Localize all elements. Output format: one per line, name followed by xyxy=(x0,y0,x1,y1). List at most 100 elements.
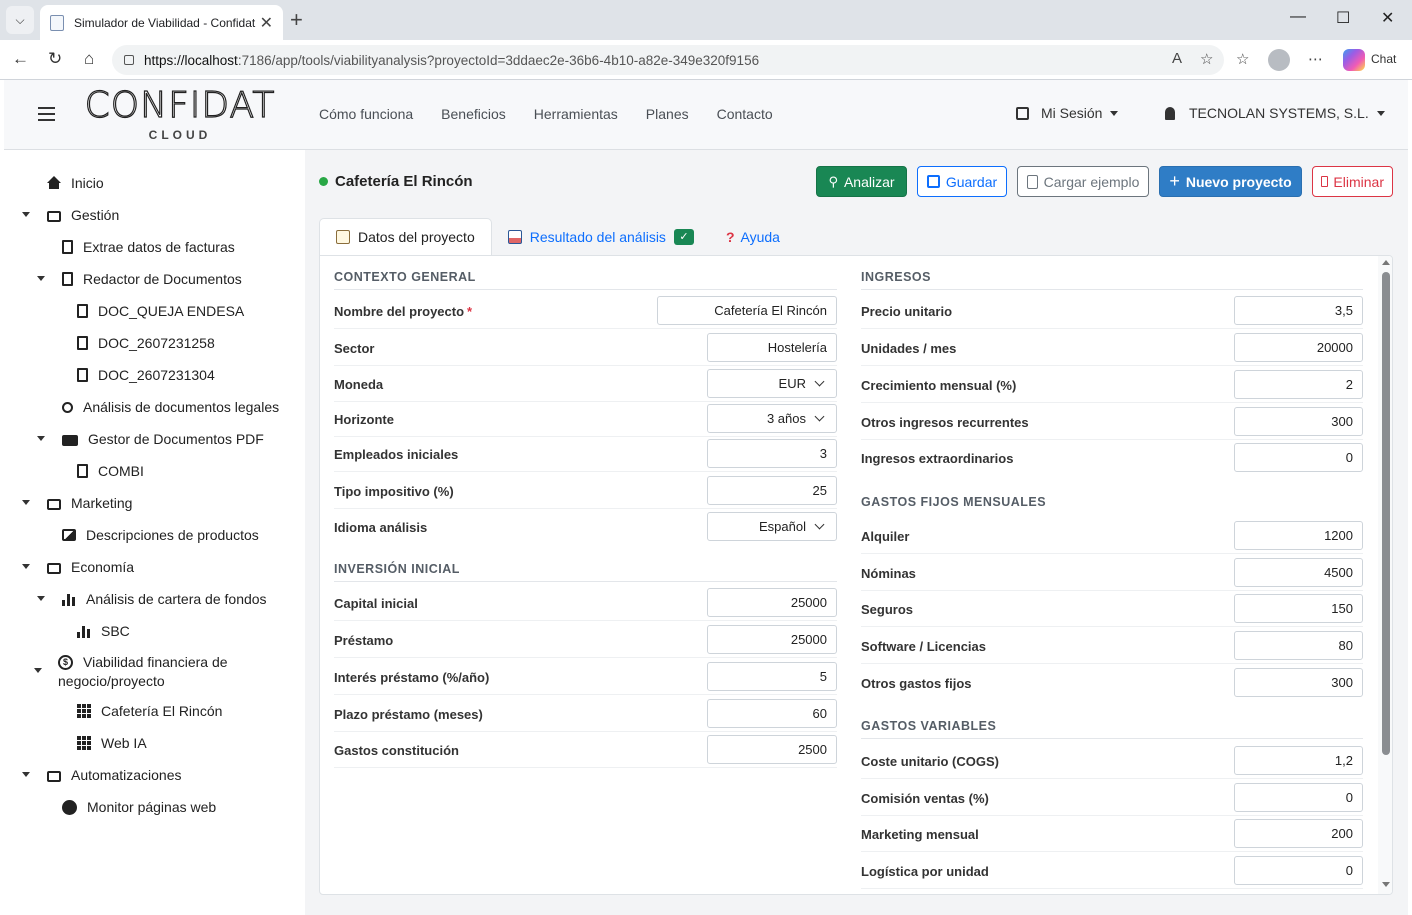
sidebar-item-doc-queja[interactable]: DOC_QUEJA ENDESA xyxy=(77,303,244,319)
sidebar-item-analisis-legales[interactable]: Análisis de documentos legales xyxy=(62,399,279,415)
url-input[interactable]: https://localhost :7186/app/tools/viabil… xyxy=(112,45,1224,75)
sidebar-item-gestor-pdf[interactable]: Gestor de Documentos PDF xyxy=(62,431,264,447)
back-icon[interactable]: ← xyxy=(12,49,29,69)
sidebar-item-sbc[interactable]: SBC xyxy=(77,623,130,639)
field-row-horizonte: Horizonte 3 años xyxy=(334,400,837,437)
sidebar-item-marketing[interactable]: Marketing xyxy=(47,495,132,511)
scroll-up-icon[interactable] xyxy=(1382,260,1390,265)
alquiler-input[interactable]: 1200 xyxy=(1234,521,1363,550)
eliminar-button[interactable]: Eliminar xyxy=(1312,166,1393,197)
panel-scrollbar[interactable] xyxy=(1378,256,1392,894)
nuevo-proyecto-button[interactable]: + Nuevo proyecto xyxy=(1159,166,1302,197)
tab-ayuda[interactable]: ? Ayuda xyxy=(710,218,796,255)
home-browser-icon[interactable]: ⌂ xyxy=(84,49,94,69)
collapse-arrow-icon[interactable] xyxy=(37,436,45,441)
nominas-input[interactable]: 4500 xyxy=(1234,558,1363,587)
collapse-arrow-icon[interactable] xyxy=(22,772,30,777)
analizar-button[interactable]: ⚲ Analizar xyxy=(816,166,907,197)
idioma-select[interactable]: Español xyxy=(707,512,837,541)
otros-ingresos-input[interactable]: 300 xyxy=(1234,407,1363,436)
sector-input[interactable]: Hostelería xyxy=(707,333,837,362)
sidebar-item-inicio[interactable]: Inicio xyxy=(47,175,104,191)
field-label: Alquiler xyxy=(861,529,910,544)
prestamo-input[interactable]: 25000 xyxy=(707,625,837,654)
new-tab-icon[interactable]: + xyxy=(290,7,303,33)
status-dot-icon xyxy=(319,177,328,186)
copilot-icon[interactable] xyxy=(1343,49,1365,71)
read-aloud-icon[interactable]: A xyxy=(1172,50,1182,67)
sidebar-item-gestion[interactable]: Gestión xyxy=(47,207,119,223)
collapse-arrow-icon[interactable] xyxy=(22,212,30,217)
guardar-button[interactable]: Guardar xyxy=(917,166,1007,197)
seguros-input[interactable]: 150 xyxy=(1234,594,1363,623)
menu-toggle-icon[interactable] xyxy=(38,107,55,121)
software-input[interactable]: 80 xyxy=(1234,631,1363,660)
precio-unitario-input[interactable]: 3,5 xyxy=(1234,296,1363,325)
logo[interactable]: CONFIDAT CLOUD xyxy=(80,85,280,142)
browser-tab[interactable]: Simulador de Viabilidad - Confidat ✕ xyxy=(40,5,283,40)
field-row-logistica: Logística por unidad 0 xyxy=(861,852,1363,889)
tipo-impositivo-input[interactable]: 25 xyxy=(707,476,837,505)
nav-como-funciona[interactable]: Cómo funciona xyxy=(319,106,413,122)
sidebar-item-doc-1304[interactable]: DOC_2607231304 xyxy=(77,367,215,383)
sidebar-item-combi[interactable]: COMBI xyxy=(77,463,144,479)
tab-resultado-analisis[interactable]: Resultado del análisis ✓ xyxy=(492,218,710,255)
chat-label[interactable]: Chat xyxy=(1371,52,1396,66)
otros-gastos-fijos-input[interactable]: 300 xyxy=(1234,668,1363,697)
gastos-constitucion-input[interactable]: 2500 xyxy=(707,735,837,764)
collapse-arrow-icon[interactable] xyxy=(22,564,30,569)
unidades-mes-input[interactable]: 20000 xyxy=(1234,333,1363,362)
favorites-list-icon[interactable]: ☆ xyxy=(1236,50,1249,68)
horizonte-select[interactable]: 3 años xyxy=(707,404,837,433)
nombre-proyecto-input[interactable]: Cafetería El Rincón xyxy=(657,296,837,325)
capital-inicial-input[interactable]: 25000 xyxy=(707,588,837,617)
sidebar-item-automatizaciones[interactable]: Automatizaciones xyxy=(47,767,182,783)
plazo-input[interactable]: 60 xyxy=(707,699,837,728)
cargar-ejemplo-button[interactable]: Cargar ejemplo xyxy=(1017,166,1149,197)
sidebar-item-redactor[interactable]: Redactor de Documentos xyxy=(62,271,242,287)
sidebar-item-descripciones[interactable]: Descripciones de productos xyxy=(62,527,259,543)
reload-icon[interactable]: ↻ xyxy=(48,49,62,69)
tab-list-button[interactable]: ⌵ xyxy=(6,6,34,34)
minimize-icon[interactable]: — xyxy=(1290,8,1306,26)
favorite-star-icon[interactable]: ☆ xyxy=(1200,50,1213,68)
logistica-input[interactable]: 0 xyxy=(1234,856,1363,885)
moneda-select[interactable]: EUR xyxy=(707,369,837,398)
nav-contacto[interactable]: Contacto xyxy=(717,106,773,122)
scroll-down-icon[interactable] xyxy=(1382,882,1390,887)
nav-planes[interactable]: Planes xyxy=(646,106,689,122)
maximize-icon[interactable]: ☐ xyxy=(1336,8,1350,28)
close-window-icon[interactable]: ✕ xyxy=(1381,8,1394,28)
horizonte-value: 3 años xyxy=(766,411,806,426)
comision-input[interactable]: 0 xyxy=(1234,783,1363,812)
collapse-arrow-icon[interactable] xyxy=(37,276,45,281)
sidebar-item-web-ia[interactable]: Web IA xyxy=(77,735,147,751)
sidebar-item-doc-1258[interactable]: DOC_2607231258 xyxy=(77,335,215,351)
sidebar-item-monitor-web[interactable]: Monitor páginas web xyxy=(62,799,216,815)
scroll-thumb[interactable] xyxy=(1382,272,1390,755)
profile-avatar[interactable] xyxy=(1268,49,1290,71)
collapse-arrow-icon[interactable] xyxy=(22,500,30,505)
tab-datos-proyecto[interactable]: Datos del proyecto xyxy=(319,218,492,255)
more-options-icon[interactable]: ⋯ xyxy=(1308,50,1323,68)
company-dropdown[interactable]: TECNOLAN SYSTEMS, S.L. xyxy=(1165,105,1385,121)
marketing-mensual-input[interactable]: 200 xyxy=(1234,819,1363,848)
collapse-arrow-icon[interactable] xyxy=(37,596,45,601)
sidebar-item-economia[interactable]: Economía xyxy=(47,559,134,575)
nav-herramientas[interactable]: Herramientas xyxy=(534,106,618,122)
field-row-interes: Interés préstamo (%/año) 5 xyxy=(334,658,837,695)
nav-beneficios[interactable]: Beneficios xyxy=(441,106,506,122)
close-tab-icon[interactable]: ✕ xyxy=(260,13,273,33)
interes-input[interactable]: 5 xyxy=(707,662,837,691)
sidebar-item-cartera-fondos[interactable]: Análisis de cartera de fondos xyxy=(62,591,267,607)
sidebar-item-viabilidad[interactable]: $ Viabilidad financiera de negocio/proye… xyxy=(58,653,228,691)
sidebar-item-extrae-facturas[interactable]: Extrae datos de facturas xyxy=(62,239,235,255)
sidebar-item-cafeteria[interactable]: Cafetería El Rincón xyxy=(77,703,222,719)
ingresos-extraordinarios-input[interactable]: 0 xyxy=(1234,443,1363,472)
user-icon xyxy=(1165,106,1175,120)
session-dropdown[interactable]: Mi Sesión xyxy=(1016,105,1119,121)
collapse-arrow-icon[interactable] xyxy=(34,668,42,673)
crecimiento-input[interactable]: 2 xyxy=(1234,370,1363,399)
coste-unitario-input[interactable]: 1,2 xyxy=(1234,746,1363,775)
empleados-input[interactable]: 3 xyxy=(707,439,837,468)
